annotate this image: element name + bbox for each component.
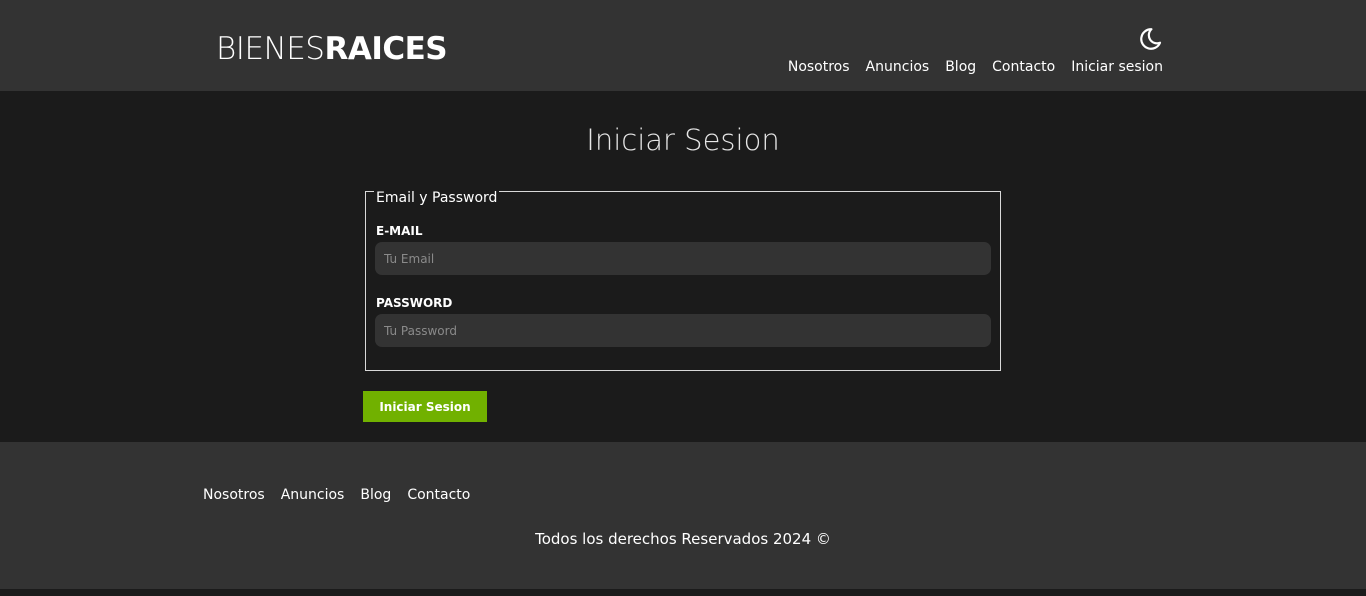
email-input[interactable]	[375, 242, 991, 275]
logo-light-text: BIENES	[216, 31, 325, 67]
footer-link-blog[interactable]: Blog	[360, 486, 391, 504]
nav-link-nosotros[interactable]: Nosotros	[788, 58, 850, 76]
site-footer: Nosotros Anuncios Blog Contacto Todos lo…	[0, 442, 1366, 589]
login-submit-button[interactable]: Iniciar Sesion	[363, 391, 487, 422]
credentials-fieldset: Email y Password E-MAIL PASSWORD	[365, 189, 1001, 371]
logo-bold-text: RAICES	[324, 31, 448, 67]
fieldset-legend: Email y Password	[374, 189, 500, 207]
page-title: Iniciar Sesion	[586, 123, 780, 157]
nav-link-contacto[interactable]: Contacto	[992, 58, 1055, 76]
site-header: BIENESRAICES Nosotros Anuncios Blog Cont…	[0, 0, 1366, 91]
footer-link-anuncios[interactable]: Anuncios	[281, 486, 345, 504]
nav-link-blog[interactable]: Blog	[945, 58, 976, 76]
nav-link-anuncios[interactable]: Anuncios	[866, 58, 930, 76]
footer-link-nosotros[interactable]: Nosotros	[203, 486, 265, 504]
main-nav: Nosotros Anuncios Blog Contacto Iniciar …	[788, 58, 1163, 76]
moon-icon[interactable]	[1138, 26, 1164, 52]
site-logo[interactable]: BIENESRAICES	[216, 30, 448, 68]
footer-nav: Nosotros Anuncios Blog Contacto	[203, 486, 470, 504]
copyright-text: Todos los derechos Reservados 2024 ©	[535, 530, 831, 548]
password-label: PASSWORD	[376, 296, 453, 310]
email-label: E-MAIL	[376, 224, 423, 238]
footer-link-contacto[interactable]: Contacto	[407, 486, 470, 504]
password-input[interactable]	[375, 314, 991, 347]
nav-link-iniciar-sesion[interactable]: Iniciar sesion	[1071, 58, 1163, 76]
